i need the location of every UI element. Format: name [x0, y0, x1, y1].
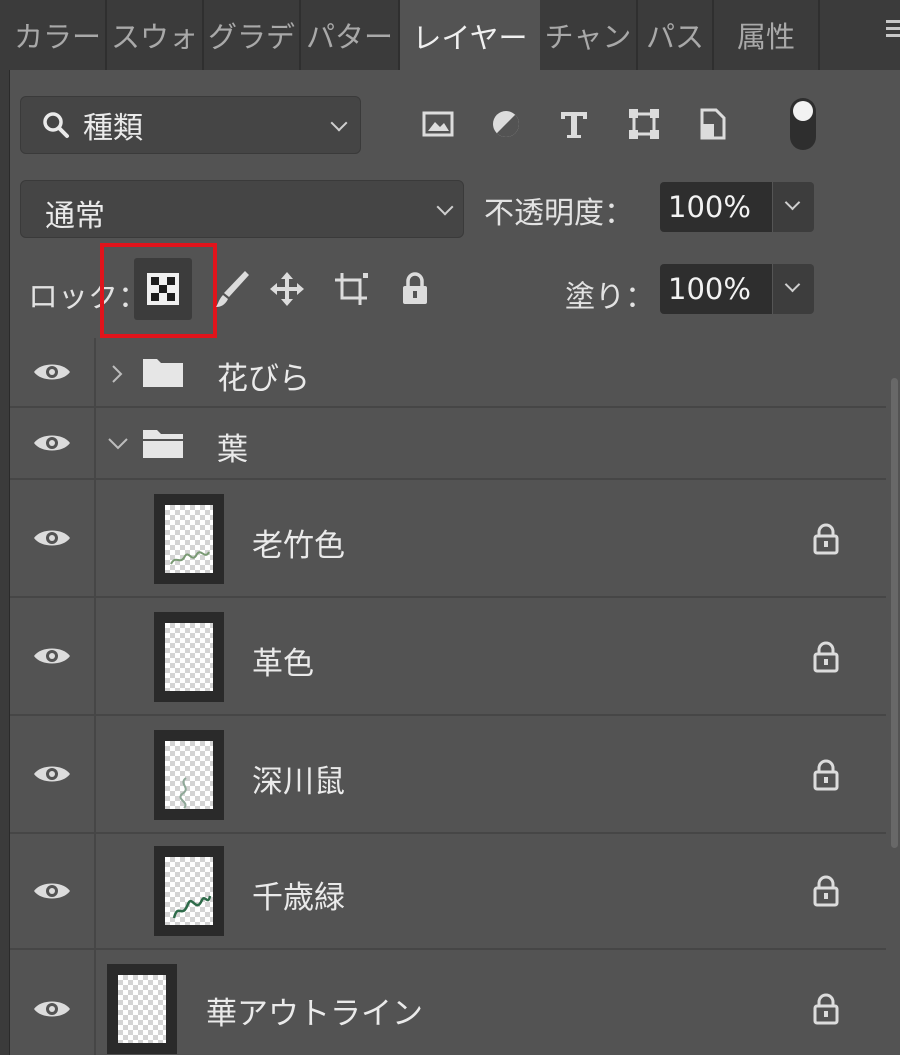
lock-all-button[interactable] [386, 258, 444, 320]
layer-row[interactable]: 千歳緑 [10, 834, 886, 950]
layer-group-row[interactable]: 花びら [10, 338, 886, 408]
layer-row[interactable]: 老竹色 [10, 480, 886, 598]
layer-name: 深川鼠 [252, 764, 345, 800]
filter-shape-icon[interactable] [626, 106, 662, 142]
lock-position-button[interactable] [258, 258, 316, 320]
chevron-right-icon[interactable] [110, 363, 124, 385]
chevron-down-icon [330, 114, 348, 132]
layer-thumbnail [154, 612, 224, 702]
layer-row[interactable]: 華アウトライン [10, 950, 886, 1055]
lock-icon [813, 875, 839, 907]
visibility-toggle[interactable] [10, 716, 96, 832]
lock-icon [403, 272, 427, 304]
filter-smart-object-icon[interactable] [694, 106, 730, 142]
layer-group-row[interactable]: 葉 [10, 408, 886, 480]
artboard-crop-icon [335, 273, 368, 305]
move-arrows-icon [270, 272, 304, 306]
highlight-box [100, 243, 217, 338]
window-edge [0, 0, 10, 1055]
thumbnail-art [179, 777, 187, 809]
thumbnail-art [170, 551, 210, 565]
visibility-toggle[interactable] [10, 950, 96, 1055]
layer-name: 華アウトライン [206, 996, 423, 1032]
filter-toggle-switch[interactable] [790, 98, 816, 150]
opacity-input[interactable]: 100% [660, 182, 772, 232]
tab-layers[interactable]: レイヤー [400, 0, 540, 71]
panel-tab-bar: カラー スウォ グラデ パター レイヤー チャン パス 属性 [0, 0, 900, 71]
layer-thumbnail [154, 730, 224, 820]
chevron-down-icon [784, 276, 801, 293]
fill-label: 塗り： [565, 280, 655, 315]
layer-name: 葉 [217, 432, 248, 468]
tab-swatches[interactable]: スウォ [107, 0, 204, 70]
layer-row[interactable]: 革色 [10, 598, 886, 716]
tab-patterns[interactable]: パター [301, 0, 400, 70]
scrollbar-thumb[interactable] [891, 378, 898, 848]
layer-thumbnail [154, 846, 224, 936]
eye-icon [34, 648, 70, 664]
filter-pixel-image-icon[interactable] [420, 106, 456, 142]
chevron-down-icon [436, 198, 454, 216]
eye-icon [34, 364, 70, 380]
filter-type-icon[interactable] [556, 106, 592, 142]
lock-image-pixels-button[interactable] [202, 258, 260, 320]
lock-icon [813, 523, 839, 555]
fill-input[interactable]: 100% [660, 264, 772, 314]
lock-icon [813, 641, 839, 673]
layer-row[interactable]: 深川鼠 [10, 716, 886, 834]
tab-properties[interactable]: 属性 [714, 0, 820, 70]
folder-open-icon [143, 430, 183, 458]
lock-artboard-button[interactable] [322, 258, 380, 320]
visibility-toggle[interactable] [10, 598, 96, 714]
visibility-toggle[interactable] [10, 408, 96, 478]
filter-adjustment-icon[interactable] [488, 106, 524, 142]
tab-paths[interactable]: パス [638, 0, 714, 70]
layers-scrollbar[interactable] [888, 338, 900, 1055]
visibility-toggle[interactable] [10, 480, 96, 596]
layers-list: 花びら 葉 老竹色 革色 深川鼠 千歳緑 華アウトライン [10, 338, 886, 1055]
blend-mode-select[interactable]: 通常 [20, 180, 464, 238]
blend-mode-value: 通常 [45, 199, 105, 234]
search-icon [43, 112, 69, 138]
eye-icon [34, 883, 70, 899]
filter-kind-label: 種類 [83, 111, 143, 146]
panel-menu-icon[interactable] [886, 20, 900, 44]
tab-gradients[interactable]: グラデ [204, 0, 301, 70]
fill-dropdown-button[interactable] [772, 264, 814, 314]
chevron-down-icon [784, 194, 801, 211]
filter-kind-select[interactable]: 種類 [20, 96, 361, 154]
tab-channels[interactable]: チャン [540, 0, 638, 70]
lock-icon [813, 759, 839, 791]
layer-name: 千歳緑 [252, 880, 345, 916]
eye-icon [34, 530, 70, 546]
eye-icon [34, 1001, 70, 1017]
visibility-toggle[interactable] [10, 834, 96, 948]
layer-thumbnail [154, 494, 224, 584]
fill-value: 100% [668, 272, 751, 306]
eye-icon [34, 766, 70, 782]
opacity-value: 100% [668, 190, 751, 224]
opacity-label: 不透明度： [484, 196, 634, 231]
layer-name: 花びら [217, 361, 310, 397]
layer-thumbnail [107, 964, 177, 1054]
tab-color[interactable]: カラー [10, 0, 107, 70]
lock-icon [813, 993, 839, 1025]
chevron-down-icon[interactable] [106, 436, 130, 452]
opacity-dropdown-button[interactable] [772, 182, 814, 232]
eye-icon [34, 435, 70, 451]
layer-name: 革色 [252, 646, 314, 682]
layer-name: 老竹色 [252, 528, 345, 564]
thumbnail-art [172, 895, 212, 919]
brush-icon [216, 271, 249, 307]
visibility-toggle[interactable] [10, 338, 96, 406]
folder-icon [143, 359, 183, 387]
